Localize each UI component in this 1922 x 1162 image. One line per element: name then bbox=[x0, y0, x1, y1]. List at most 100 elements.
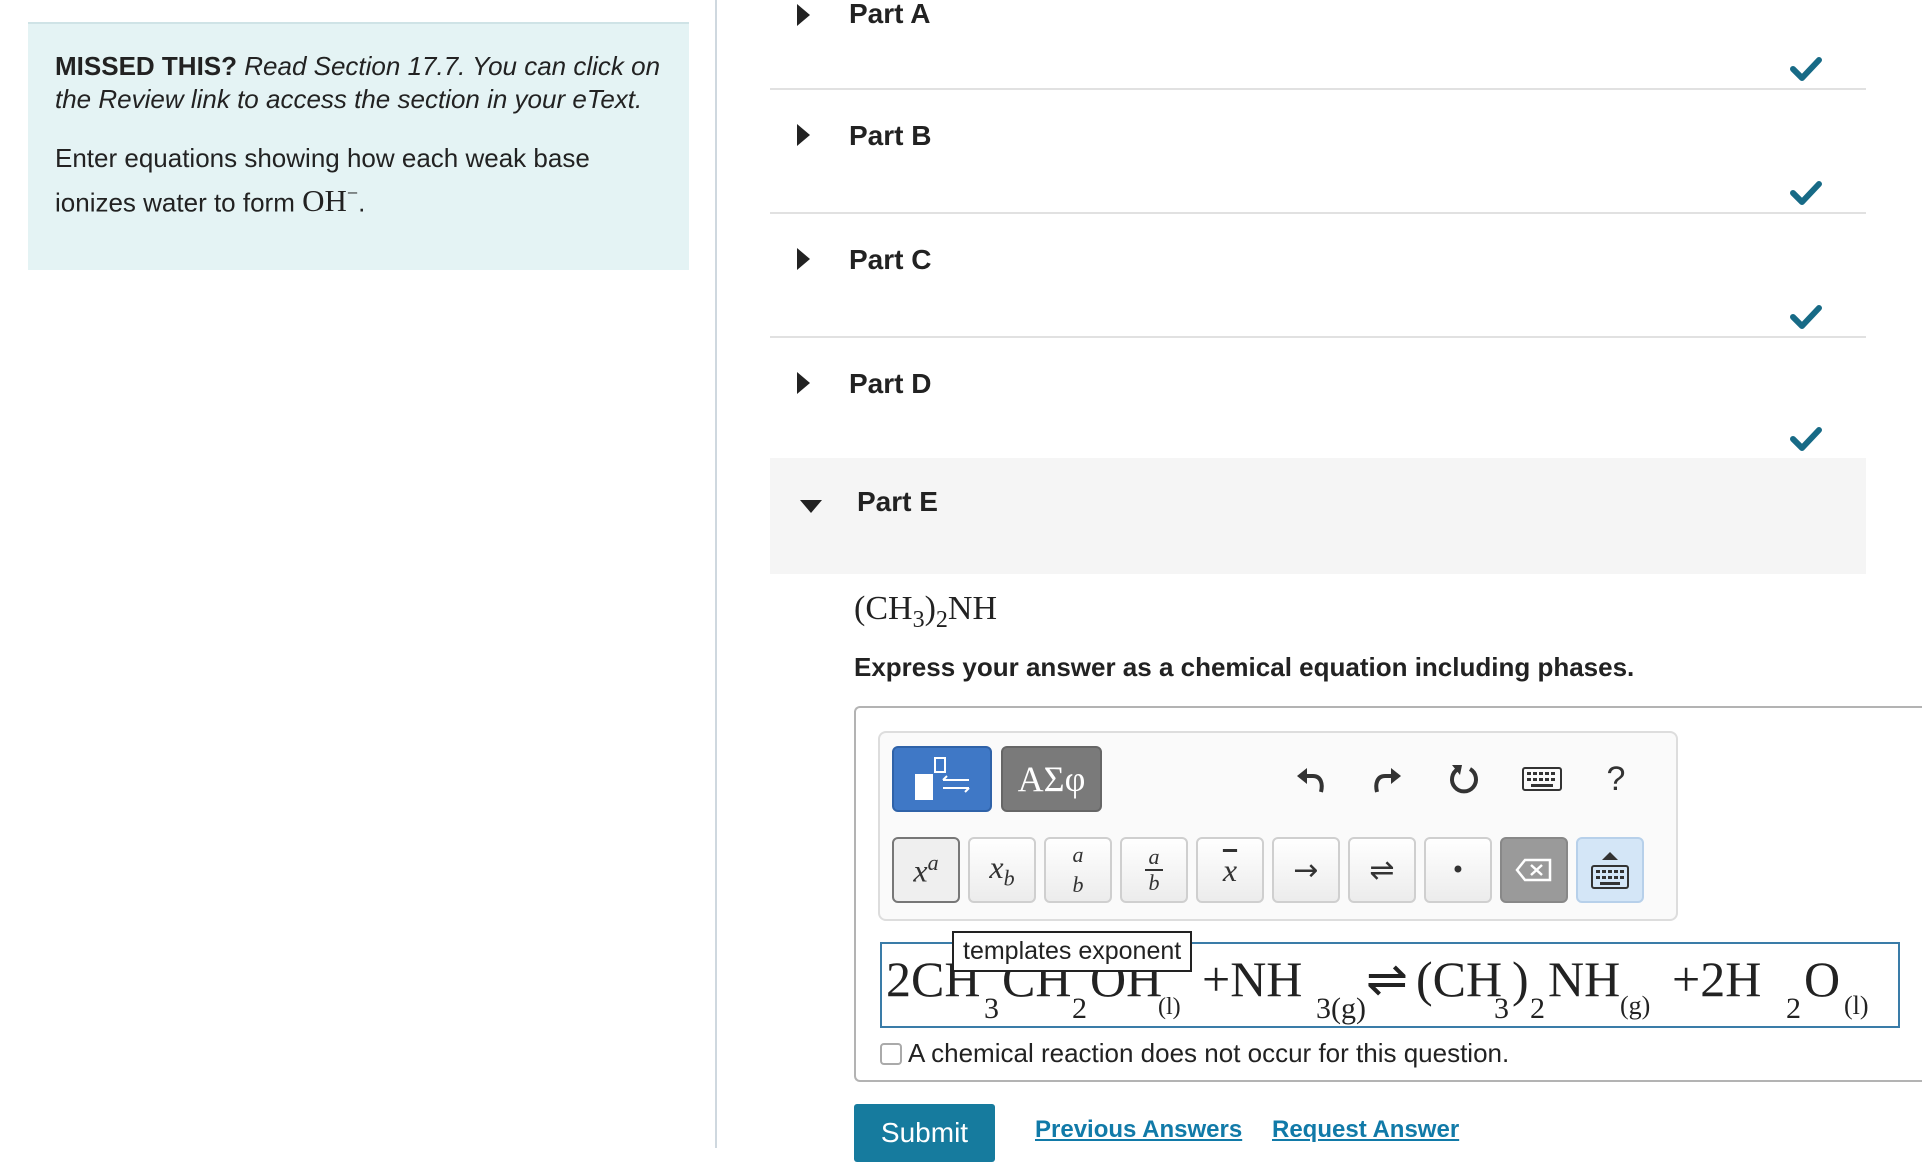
previous-answers-link[interactable]: Previous Answers bbox=[1035, 1116, 1242, 1144]
undo-button[interactable] bbox=[1284, 753, 1336, 805]
svg-text:(l): (l) bbox=[1158, 994, 1181, 1020]
templates-icon bbox=[915, 757, 970, 800]
hint-box: MISSED THIS? Read Section 17.7. You can … bbox=[28, 22, 689, 270]
reset-button[interactable] bbox=[1438, 753, 1490, 805]
formula-part: ) bbox=[924, 590, 936, 627]
svg-text:2: 2 bbox=[1786, 992, 1801, 1025]
part-b-title: Part B bbox=[849, 120, 932, 151]
svg-text:3: 3 bbox=[1494, 992, 1509, 1025]
compound-formula: (CH3)2NH bbox=[854, 590, 997, 634]
part-e-header[interactable]: Part E bbox=[770, 458, 1866, 574]
dot-icon: • bbox=[1450, 856, 1466, 884]
checkmark-icon bbox=[1790, 181, 1822, 205]
svg-text:(CH: (CH bbox=[1416, 951, 1502, 1007]
ion-symbol: OH bbox=[302, 183, 347, 219]
submit-button[interactable]: Submit bbox=[854, 1104, 995, 1162]
prompt-text: Enter equations showing how each weak ba… bbox=[55, 140, 663, 220]
part-c-row[interactable]: Part C bbox=[770, 214, 1866, 338]
svg-text:⇌: ⇌ bbox=[1366, 951, 1408, 1007]
superscript-template-icon: xa bbox=[913, 850, 938, 890]
fraction-numerator: a bbox=[1148, 844, 1160, 869]
part-a-row[interactable]: Part A bbox=[770, 0, 1866, 90]
dot-button[interactable]: • bbox=[1424, 837, 1492, 903]
answer-area: ΑΣφ ? xa xb ab ab x → ⇌ • templates expo… bbox=[854, 706, 1922, 1082]
checkmark-icon bbox=[1790, 57, 1822, 81]
equilibrium-arrow-button[interactable]: ⇌ bbox=[1348, 837, 1416, 903]
overbar-button[interactable]: x bbox=[1196, 837, 1264, 903]
svg-text:2: 2 bbox=[1072, 992, 1087, 1025]
redo-icon bbox=[1374, 768, 1401, 793]
collapse-arrow-icon[interactable] bbox=[800, 500, 822, 513]
stacked-fraction-button[interactable]: ab bbox=[1044, 837, 1112, 903]
fraction-denominator: b bbox=[1072, 872, 1084, 897]
svg-text:O: O bbox=[1804, 951, 1840, 1007]
svg-text:3: 3 bbox=[984, 992, 999, 1025]
superscript-template-button[interactable]: xa bbox=[892, 837, 960, 903]
hint-label: MISSED THIS? bbox=[55, 51, 238, 81]
question-parts: Part A Part B Part C Part D Part E (CH3)… bbox=[770, 0, 1922, 1162]
part-a-title: Part A bbox=[849, 0, 931, 29]
reaction-arrow-button[interactable]: → bbox=[1272, 837, 1340, 903]
no-reaction-label: A chemical reaction does not occur for t… bbox=[908, 1038, 1510, 1068]
formula-subscript: 3 bbox=[912, 606, 925, 633]
hydroxide-ion: OH− bbox=[302, 183, 358, 218]
part-d-title: Part D bbox=[849, 368, 932, 399]
request-answer-link[interactable]: Request Answer bbox=[1272, 1116, 1459, 1144]
tooltip: templates exponent bbox=[952, 931, 1193, 972]
templates-button[interactable] bbox=[892, 746, 992, 812]
template-subscript: b bbox=[1003, 865, 1015, 891]
keyboard-shortcuts-button[interactable] bbox=[1516, 753, 1568, 805]
subscript-template-icon: xb bbox=[989, 849, 1014, 891]
part-c-title: Part C bbox=[849, 244, 932, 275]
expand-arrow-icon[interactable] bbox=[797, 372, 810, 394]
expand-arrow-icon[interactable] bbox=[797, 124, 810, 146]
part-d-row[interactable]: Part D bbox=[770, 338, 1866, 458]
backspace-icon bbox=[1515, 858, 1552, 882]
reset-icon bbox=[1450, 765, 1478, 794]
formula-part: NH bbox=[947, 590, 997, 627]
overbar-icon: x bbox=[1222, 851, 1238, 888]
redo-button[interactable] bbox=[1362, 753, 1414, 805]
ion-charge: − bbox=[346, 183, 359, 205]
subscript-template-button[interactable]: xb bbox=[968, 837, 1036, 903]
template-exponent: a bbox=[927, 850, 939, 876]
expand-arrow-icon[interactable] bbox=[797, 4, 810, 26]
stacked-fraction-icon: ab bbox=[1073, 843, 1084, 897]
math-toolbar: ΑΣφ ? xa xb ab ab x → ⇌ • templates expo… bbox=[878, 731, 1678, 972]
no-reaction-checkbox[interactable] bbox=[880, 1042, 902, 1065]
fraction-button[interactable]: ab bbox=[1120, 837, 1188, 903]
backspace-button[interactable] bbox=[1500, 837, 1568, 903]
panel-divider bbox=[715, 0, 717, 1148]
help-button[interactable]: ? bbox=[1590, 753, 1642, 805]
symbols-button[interactable]: ΑΣφ bbox=[1001, 746, 1102, 812]
fraction-denominator: b bbox=[1148, 870, 1160, 895]
show-keyboard-button[interactable] bbox=[1576, 837, 1644, 903]
part-b-row[interactable]: Part B bbox=[770, 90, 1866, 214]
no-reaction-option[interactable]: A chemical reaction does not occur for t… bbox=[880, 1038, 1509, 1069]
expand-arrow-icon[interactable] bbox=[797, 248, 810, 270]
keyboard-icon bbox=[1522, 767, 1562, 791]
answer-instruction: Express your answer as a chemical equati… bbox=[854, 652, 1635, 682]
svg-text:+2H: +2H bbox=[1672, 951, 1761, 1007]
part-e-title: Part E bbox=[857, 486, 938, 517]
checkmark-icon bbox=[1790, 427, 1822, 451]
fraction-icon: ab bbox=[1145, 845, 1163, 895]
svg-text:(l): (l) bbox=[1844, 991, 1869, 1020]
svg-text:2: 2 bbox=[1530, 992, 1545, 1025]
svg-text:3(g): 3(g) bbox=[1316, 992, 1366, 1025]
svg-text:+NH: +NH bbox=[1202, 951, 1302, 1007]
equilibrium-arrow-icon: ⇌ bbox=[1369, 852, 1395, 888]
template-base: x bbox=[913, 852, 928, 889]
svg-text:): ) bbox=[1512, 951, 1529, 1007]
instructions-panel: MISSED THIS? Read Section 17.7. You can … bbox=[0, 0, 716, 1148]
formula-part: (CH bbox=[854, 590, 913, 627]
keyboard-toggle-icon bbox=[1591, 852, 1629, 889]
template-base: x bbox=[989, 848, 1004, 885]
checkmark-icon bbox=[1790, 305, 1822, 329]
fraction-numerator: a bbox=[1072, 842, 1084, 867]
prompt-period: . bbox=[358, 187, 366, 218]
hint-text: MISSED THIS? Read Section 17.7. You can … bbox=[55, 50, 663, 116]
formula-subscript: 2 bbox=[935, 606, 948, 633]
svg-text:NH: NH bbox=[1548, 951, 1620, 1007]
svg-text:(g): (g) bbox=[1620, 991, 1650, 1020]
